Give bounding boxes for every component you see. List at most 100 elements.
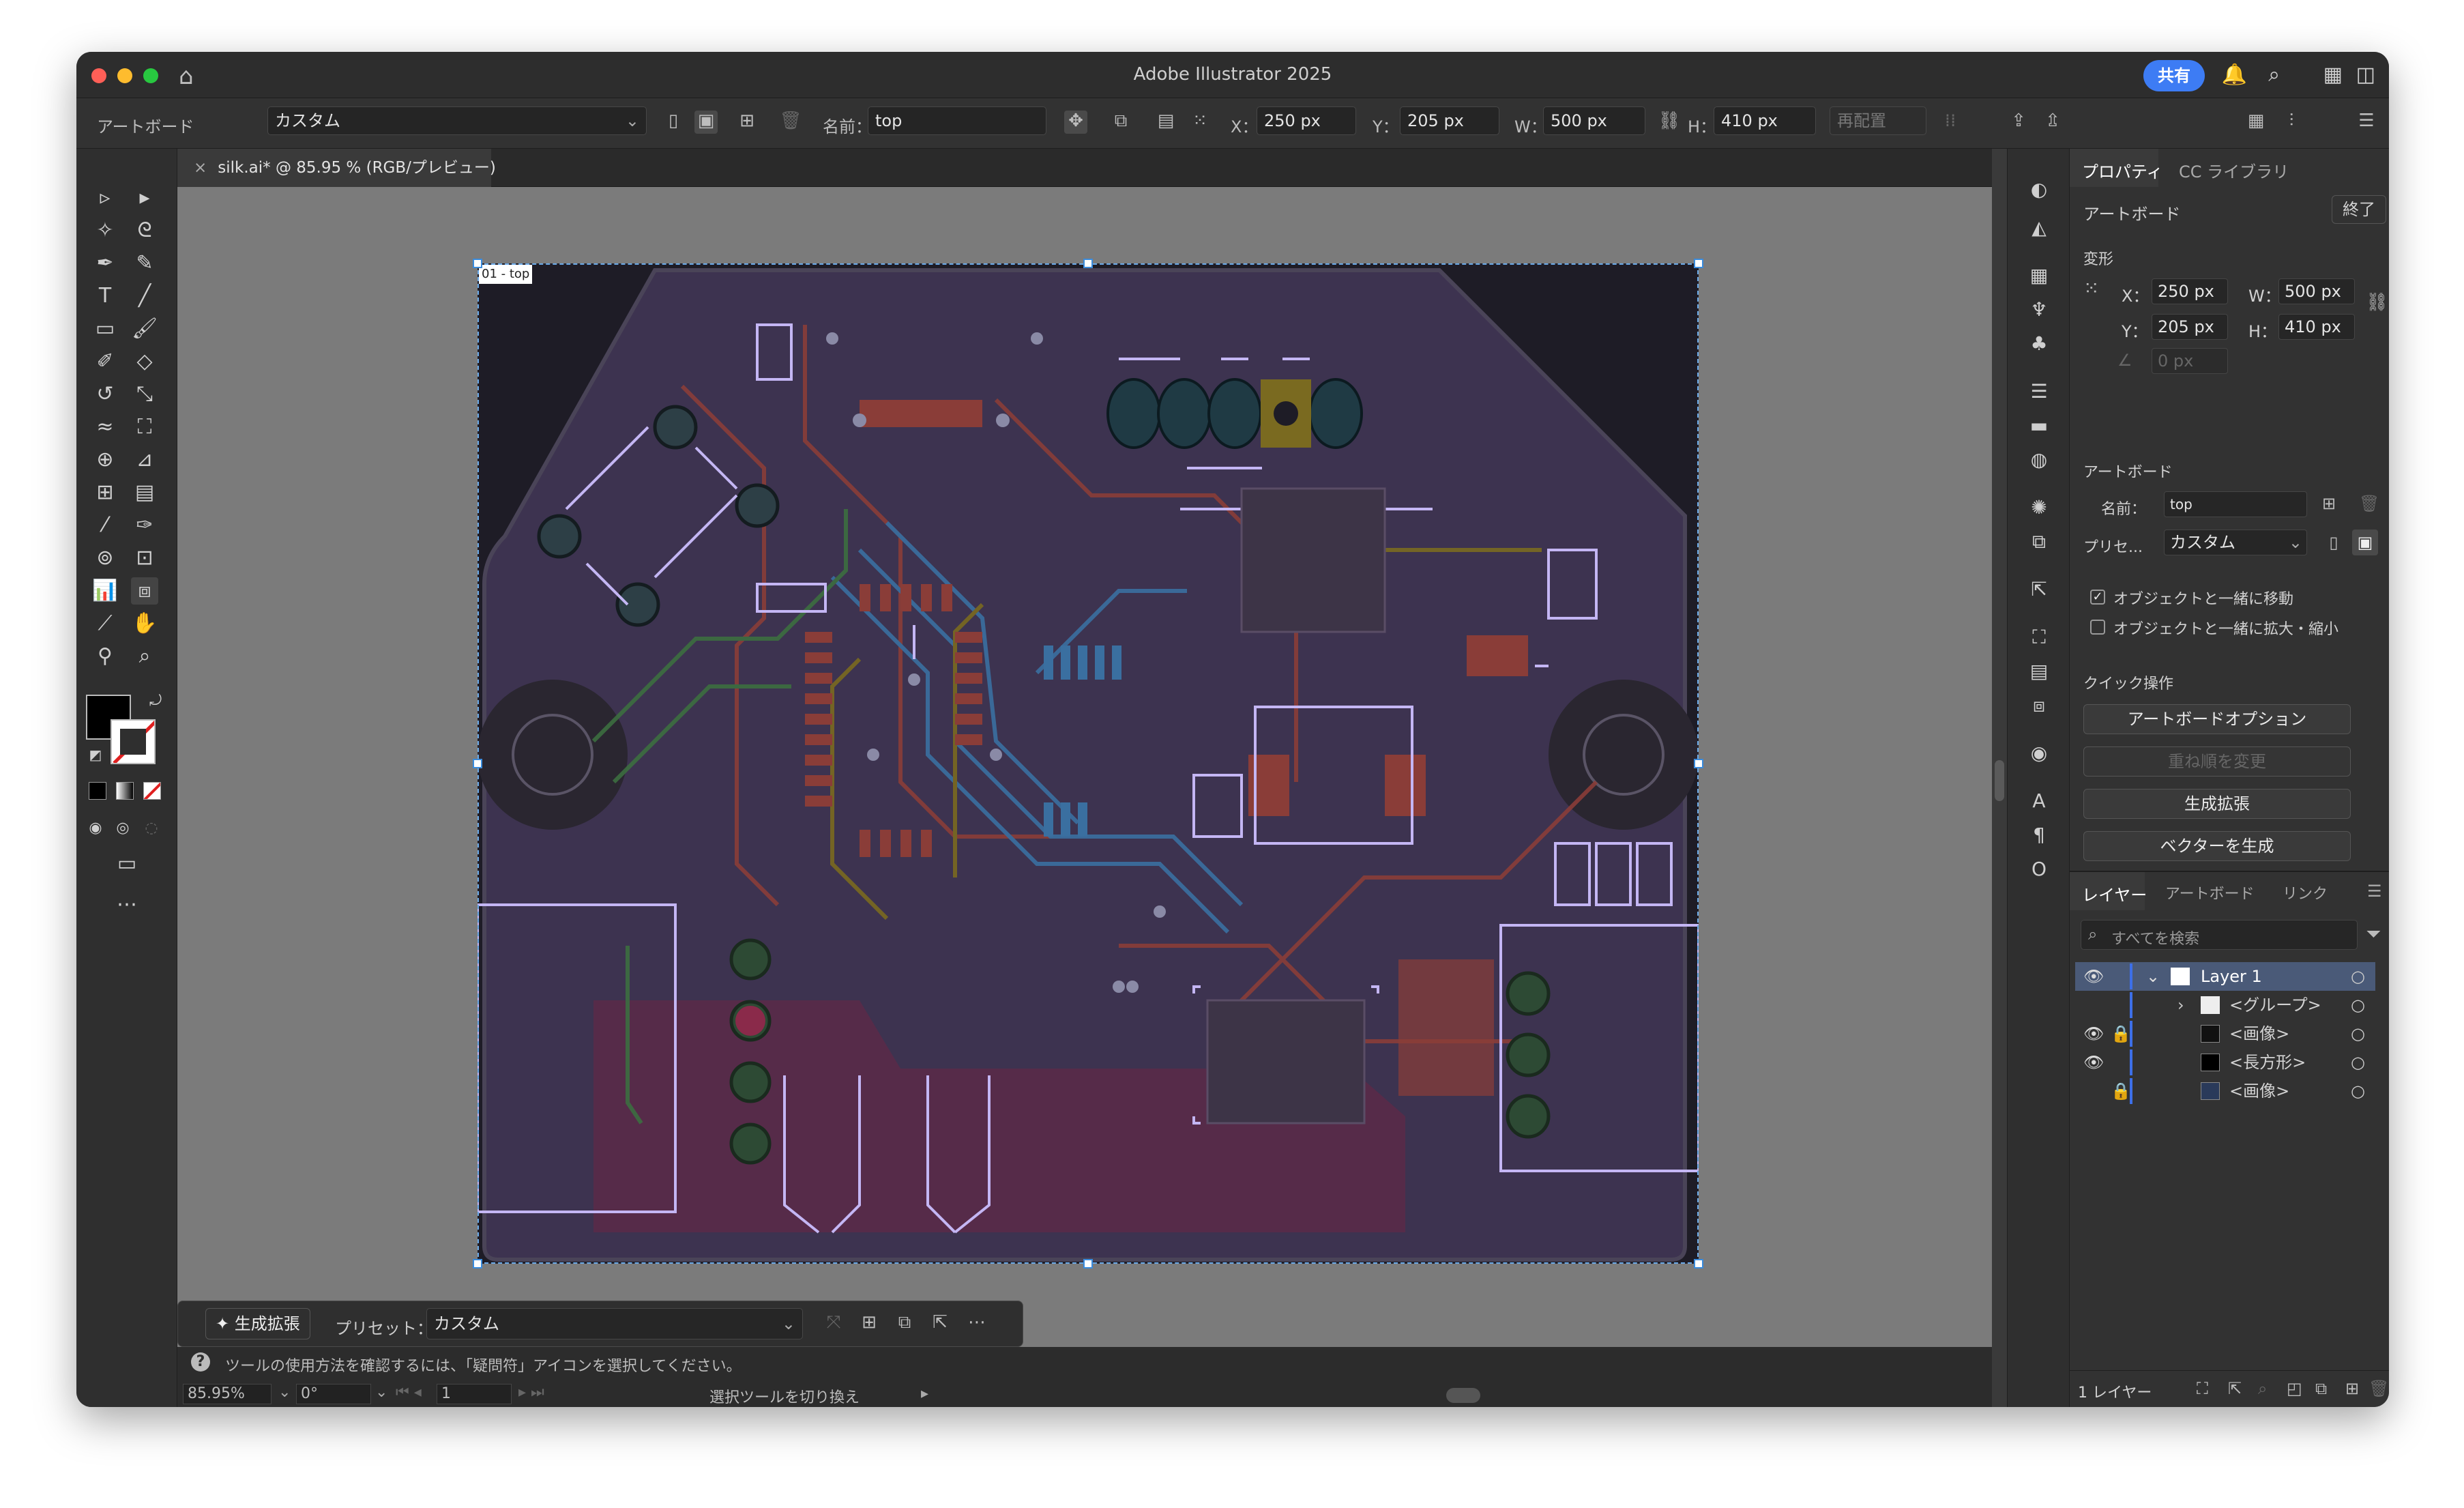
gradient-mode-icon[interactable] — [116, 782, 134, 800]
workspace-icon[interactable]: ▦ — [2323, 63, 2343, 87]
constrain-proportions-icon[interactable]: ⛓ — [2366, 292, 2388, 313]
transform-y-input[interactable]: 205 px — [2152, 314, 2228, 340]
shrink-icon[interactable]: ⤧ — [822, 1312, 845, 1335]
delete-artboard-icon[interactable]: 🗑 — [2359, 494, 2379, 513]
graph-tool-icon[interactable]: 📊 — [91, 577, 119, 605]
target-circle-icon[interactable]: ○ — [2351, 991, 2365, 1019]
portrait-orientation-icon[interactable]: ▯ — [2321, 530, 2347, 555]
horizontal-scroll-thumb[interactable] — [1446, 1388, 1480, 1403]
generate-vector-button[interactable]: ベクターを生成 — [2083, 831, 2351, 861]
locate-object-icon[interactable]: ⌕ — [2258, 1379, 2267, 1398]
chevron-down-icon[interactable]: ⌄ — [278, 1384, 291, 1401]
grid-icon[interactable]: ▦ — [2244, 111, 2268, 134]
artboard-name-input[interactable]: top — [868, 106, 1046, 135]
resize-handle-left[interactable] — [473, 759, 482, 768]
layer-row-group[interactable]: › <グループ> ○ — [2075, 991, 2375, 1019]
direct-selection-tool-icon[interactable]: ▸ — [131, 184, 158, 212]
transform-h-input[interactable]: 410 px — [2278, 314, 2355, 340]
layer-name[interactable]: <画像> — [2229, 1019, 2289, 1048]
symbols-panel-icon[interactable]: ♣ — [2025, 330, 2053, 358]
transform-panel-icon[interactable]: ⛶ — [2025, 624, 2053, 651]
more-icon[interactable]: ⋯ — [965, 1312, 988, 1335]
perspective-grid-icon[interactable]: ⊿ — [131, 446, 158, 474]
magic-wand-icon[interactable]: ✧ — [91, 217, 119, 244]
link-constrain-icon[interactable]: ⛓ — [1658, 111, 1681, 134]
align-options-icon[interactable]: ⫶ — [2280, 111, 2303, 134]
layer-name[interactable]: Layer 1 — [2201, 962, 2262, 991]
paragraph-panel-icon[interactable]: ¶ — [2025, 822, 2053, 849]
tab-layers[interactable]: レイヤー — [2082, 882, 2147, 905]
lock-icon[interactable]: 🔒 — [2111, 1019, 2131, 1048]
puppet-warp-icon[interactable]: ⚲ — [91, 643, 119, 670]
shape-builder-icon[interactable]: ⊕ — [91, 446, 119, 474]
resize-handle-right[interactable] — [1694, 759, 1703, 768]
add-artboard-icon[interactable]: ⊞ — [2322, 494, 2336, 513]
canvas[interactable]: 01 - top — [177, 187, 1992, 1347]
resize-handle-top-left[interactable] — [473, 259, 482, 268]
artboard-index-field[interactable]: 1 — [437, 1384, 512, 1404]
duplicate-icon[interactable]: ⧉ — [893, 1312, 916, 1335]
gen-preset-dropdown[interactable]: カスタム ⌄ — [426, 1308, 803, 1339]
eyedropper-icon[interactable]: ⁄ — [91, 512, 119, 539]
free-transform-icon[interactable]: ⛶ — [131, 414, 158, 441]
color-mode-icon[interactable] — [89, 782, 106, 800]
layer-row-image-1[interactable]: 👁 🔒 <画像> ○ — [2075, 1019, 2375, 1048]
share-button[interactable]: 共有 — [2143, 60, 2205, 91]
transform-w-input[interactable]: 500 px — [2278, 278, 2355, 304]
first-artboard-icon[interactable]: ⏮ ◂ — [396, 1384, 422, 1401]
chevron-down-icon[interactable]: ⌄ — [2146, 962, 2160, 991]
resize-handle-bottom-right[interactable] — [1694, 1259, 1703, 1268]
draw-behind-icon[interactable]: ◎ — [109, 815, 136, 842]
libraries-panel-icon[interactable]: ◭ — [2025, 214, 2053, 242]
mesh-tool-icon[interactable]: ⊞ — [91, 479, 119, 506]
preset-dropdown[interactable]: カスタム ⌄ — [267, 106, 647, 135]
blend-tool-icon[interactable]: ⊚ — [91, 545, 119, 572]
resize-handle-bottom[interactable] — [1083, 1259, 1093, 1268]
scale-tool-icon[interactable]: ⤡ — [131, 381, 158, 408]
zoom-tool-icon[interactable]: ⌕ — [131, 643, 158, 670]
selection-tool-icon[interactable]: ▹ — [91, 184, 119, 212]
export-icon[interactable]: ⇱ — [928, 1312, 952, 1335]
rotate-tool-icon[interactable]: ↺ — [91, 381, 119, 408]
chevron-right-icon[interactable]: › — [2177, 991, 2184, 1019]
resize-handle-top[interactable] — [1083, 259, 1093, 268]
new-layer-icon[interactable]: ⊞ — [2345, 1379, 2359, 1398]
transparency-panel-icon[interactable]: ◍ — [2025, 446, 2053, 474]
draw-normal-icon[interactable]: ◉ — [82, 815, 109, 842]
export-all-icon[interactable]: ⇫ — [2041, 111, 2064, 134]
visibility-eye-icon[interactable]: 👁 — [2083, 962, 2104, 991]
visibility-eye-icon[interactable]: 👁 — [2083, 1048, 2104, 1077]
properties-panel-icon[interactable]: ◐ — [2025, 176, 2053, 203]
fit-artboard-icon[interactable]: ⊞ — [857, 1312, 881, 1335]
stroke-color-swatch[interactable] — [111, 719, 156, 764]
type-tool-icon[interactable]: T — [91, 282, 119, 310]
curvature-tool-icon[interactable]: ✎ — [131, 250, 158, 277]
eraser-icon[interactable]: ◇ — [131, 348, 158, 375]
chevron-down-icon[interactable]: ⌄ — [375, 1384, 387, 1401]
export-artboard-icon[interactable]: ⇪ — [2007, 111, 2030, 134]
export-layer-icon[interactable]: ⇱ — [2228, 1379, 2242, 1398]
rearrange-order-button[interactable]: 重ね順を変更 — [2083, 746, 2351, 777]
artboard[interactable]: 01 - top — [473, 259, 1703, 1268]
gradient-panel-icon[interactable]: ▬ — [2025, 412, 2053, 439]
tab-artboards[interactable]: アートボード — [2165, 882, 2255, 903]
lock-icon[interactable]: 🔒 — [2111, 1077, 2131, 1105]
symbol-sprayer-icon[interactable]: ⊡ — [131, 545, 158, 572]
width-tool-icon[interactable]: ≈ — [91, 414, 119, 441]
layers-menu-icon[interactable]: ☰ — [2367, 882, 2382, 901]
layer-row-image-2[interactable]: 🔒 <画像> ○ — [2075, 1077, 2375, 1105]
help-icon[interactable]: ? — [191, 1352, 210, 1372]
swatches-panel-icon[interactable]: ▦ — [2025, 262, 2053, 289]
bell-icon[interactable]: 🔔 — [2222, 63, 2247, 87]
layer-row-rectangle[interactable]: 👁 <長方形> ○ — [2075, 1048, 2375, 1077]
landscape-orientation-icon[interactable]: ▣ — [2352, 530, 2378, 555]
rotation-field[interactable]: 0° — [296, 1384, 371, 1404]
clipping-mask-icon[interactable]: ◰ — [2287, 1379, 2302, 1398]
preset-select[interactable]: カスタム ⌄ — [2164, 530, 2307, 555]
done-button[interactable]: 終了 — [2332, 195, 2386, 224]
shaper-tool-icon[interactable]: ✐ — [91, 348, 119, 375]
target-circle-icon[interactable]: ○ — [2351, 1077, 2365, 1105]
opentype-panel-icon[interactable]: O — [2025, 856, 2053, 883]
layers-search-box[interactable]: ⌕ すべてを検索 — [2081, 920, 2358, 950]
layer-row-layer1[interactable]: 👁 ⌄ Layer 1 ○ — [2075, 962, 2375, 991]
